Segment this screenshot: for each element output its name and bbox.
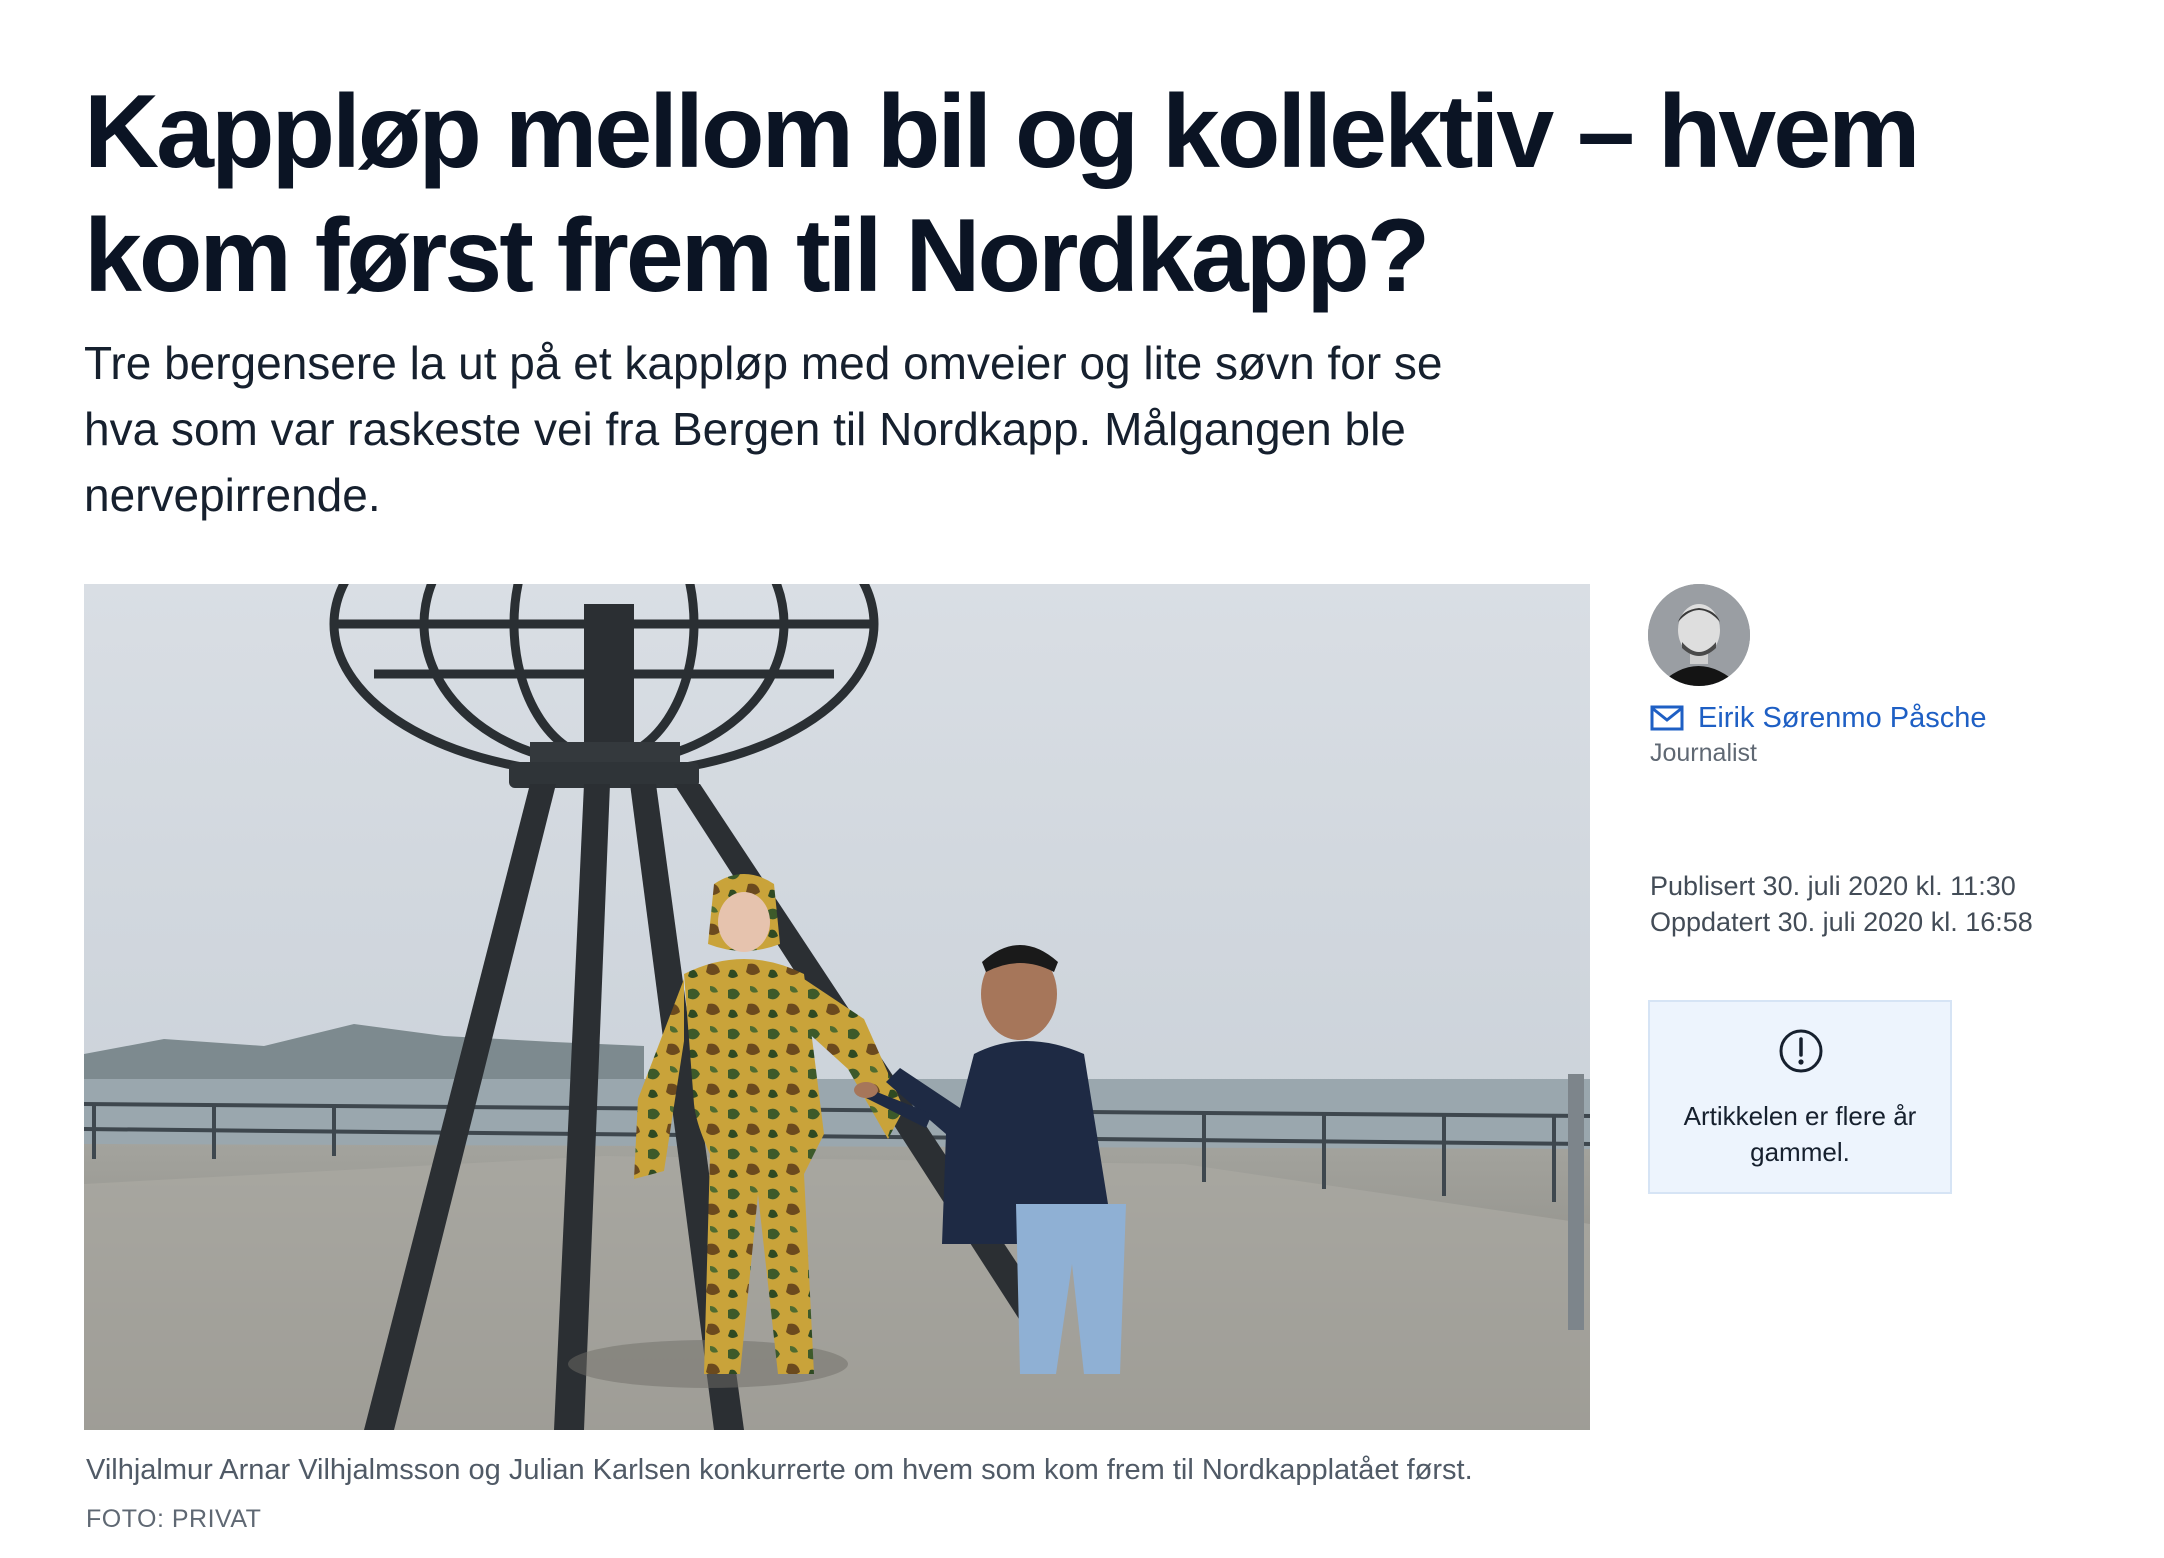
exclamation-circle-icon [1778,1028,1824,1074]
notice-text: Artikkelen er flere år gammel. [1683,1101,1917,1167]
author-role: Journalist [1650,739,1757,767]
article-photo[interactable] [84,584,1590,1430]
author-name[interactable]: Eirik Sørenmo Påsche [1698,698,1987,738]
photo-caption: Vilhjalmur Arnar Vilhjalmsson og Julian … [86,1454,1473,1486]
article-lead: Tre bergensere la ut på et kappløp med o… [84,337,1443,521]
publish-dates: Publisert 30. juli 2020 kl. 11:30 Oppdat… [1650,868,2033,940]
author-link[interactable]: Eirik Sørenmo Påsche [1650,698,1987,738]
published-date: Publisert 30. juli 2020 kl. 11:30 [1650,871,2016,901]
author-avatar[interactable] [1648,584,1750,686]
updated-date: Oppdatert 30. juli 2020 kl. 16:58 [1650,907,2033,937]
article-headline: Kappløp mellom bil og kollektiv – hvem k… [84,74,1921,314]
mail-icon [1650,705,1684,731]
old-article-notice: Artikkelen er flere år gammel. [1648,1000,1952,1194]
photo-credit: FOTO: PRIVAT [86,1505,262,1533]
